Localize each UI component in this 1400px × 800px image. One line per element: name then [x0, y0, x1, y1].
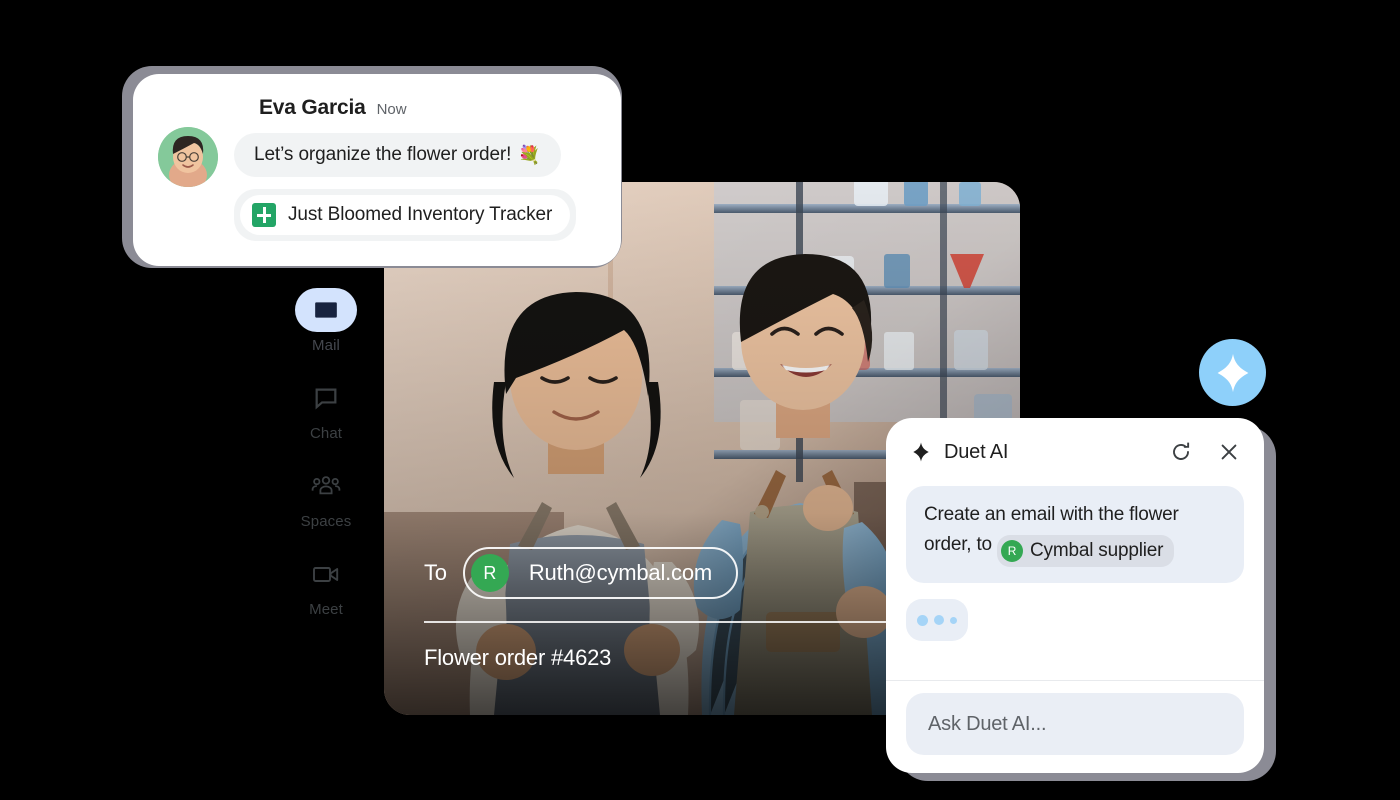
sidebar-item-mail[interactable]: Mail	[284, 288, 368, 354]
mail-pill	[295, 288, 357, 332]
sidebar-label-mail: Mail	[312, 337, 340, 354]
typing-dot-1	[917, 614, 928, 626]
recipient-chip[interactable]: R Ruth@cymbal.com	[462, 547, 739, 599]
recipient-email: Ruth@cymbal.com	[528, 560, 713, 585]
sparkle-icon	[913, 442, 929, 462]
recipient-avatar: R	[470, 554, 509, 592]
spaces-icon	[311, 476, 341, 495]
typing-dot-2	[934, 615, 944, 625]
duet-panel-title: Duet AI	[944, 440, 1009, 463]
attachment-title: Just Bloomed Inventory Tracker	[288, 204, 553, 225]
meet-icon	[313, 567, 339, 582]
mention-chip-cymbal-supplier[interactable]: R Cymbal supplier	[997, 535, 1175, 567]
to-label: To	[424, 560, 447, 585]
sidebar-label-chat: Chat	[309, 425, 343, 442]
chat-icon	[315, 388, 337, 410]
mention-avatar: R	[1001, 540, 1024, 562]
sidebar-item-spaces[interactable]: Spaces	[284, 464, 368, 530]
mention-label: Cymbal supplier	[1030, 540, 1164, 561]
chat-notification-card[interactable]: Eva Garcia Now Let’s organize the flower…	[133, 74, 621, 266]
duet-header-actions	[1168, 439, 1242, 465]
ask-duet-ai-input[interactable]: Ask Duet AI...	[906, 693, 1244, 755]
avatar-face	[158, 127, 218, 187]
mail-icon	[315, 302, 337, 318]
refresh-icon	[1173, 442, 1190, 460]
app-sidebar: Mail Chat Spaces Meet	[284, 288, 368, 640]
duet-ai-panel: Duet AI Create an email with the flower …	[886, 418, 1264, 773]
chat-attachment-bubble[interactable]: Just Bloomed Inventory Tracker	[234, 189, 577, 241]
sender-name: Eva Garcia	[259, 96, 366, 119]
meet-pill	[295, 552, 357, 596]
spaces-pill	[295, 464, 357, 508]
close-icon	[1221, 444, 1237, 460]
google-sheets-icon	[252, 203, 276, 227]
duet-panel-header: Duet AI	[886, 418, 1264, 486]
sidebar-item-chat[interactable]: Chat	[284, 376, 368, 442]
duet-conversation: Create an email with the flower order, t…	[886, 486, 1264, 680]
bouquet-emoji-icon: 💐	[518, 144, 541, 165]
typing-dot-3	[950, 616, 957, 624]
duet-user-prompt: Create an email with the flower order, t…	[906, 486, 1244, 583]
duet-ai-fab-button[interactable]	[1199, 339, 1266, 406]
sidebar-item-meet[interactable]: Meet	[284, 552, 368, 618]
chat-pill	[295, 376, 357, 420]
sidebar-label-meet: Meet	[309, 601, 343, 618]
duet-panel-footer: Ask Duet AI...	[886, 680, 1264, 773]
close-button[interactable]	[1216, 439, 1242, 465]
attachment-chip[interactable]: Just Bloomed Inventory Tracker	[240, 195, 571, 235]
message-timestamp: Now	[376, 101, 407, 118]
typing-indicator	[906, 599, 968, 641]
eva-garcia-avatar	[158, 127, 218, 187]
chat-message-bubble[interactable]: Let’s organize the flower order! 💐	[234, 133, 561, 177]
sender-row: Eva Garcia Now	[259, 96, 407, 120]
refresh-button[interactable]	[1168, 439, 1194, 465]
chat-message-text: Let’s organize the flower order!	[254, 144, 512, 165]
sidebar-label-spaces: Spaces	[300, 513, 352, 530]
sparkle-icon	[1217, 353, 1248, 392]
screenshot-stage: To R Ruth@cymbal.com Flower order #4623 …	[0, 0, 1400, 800]
